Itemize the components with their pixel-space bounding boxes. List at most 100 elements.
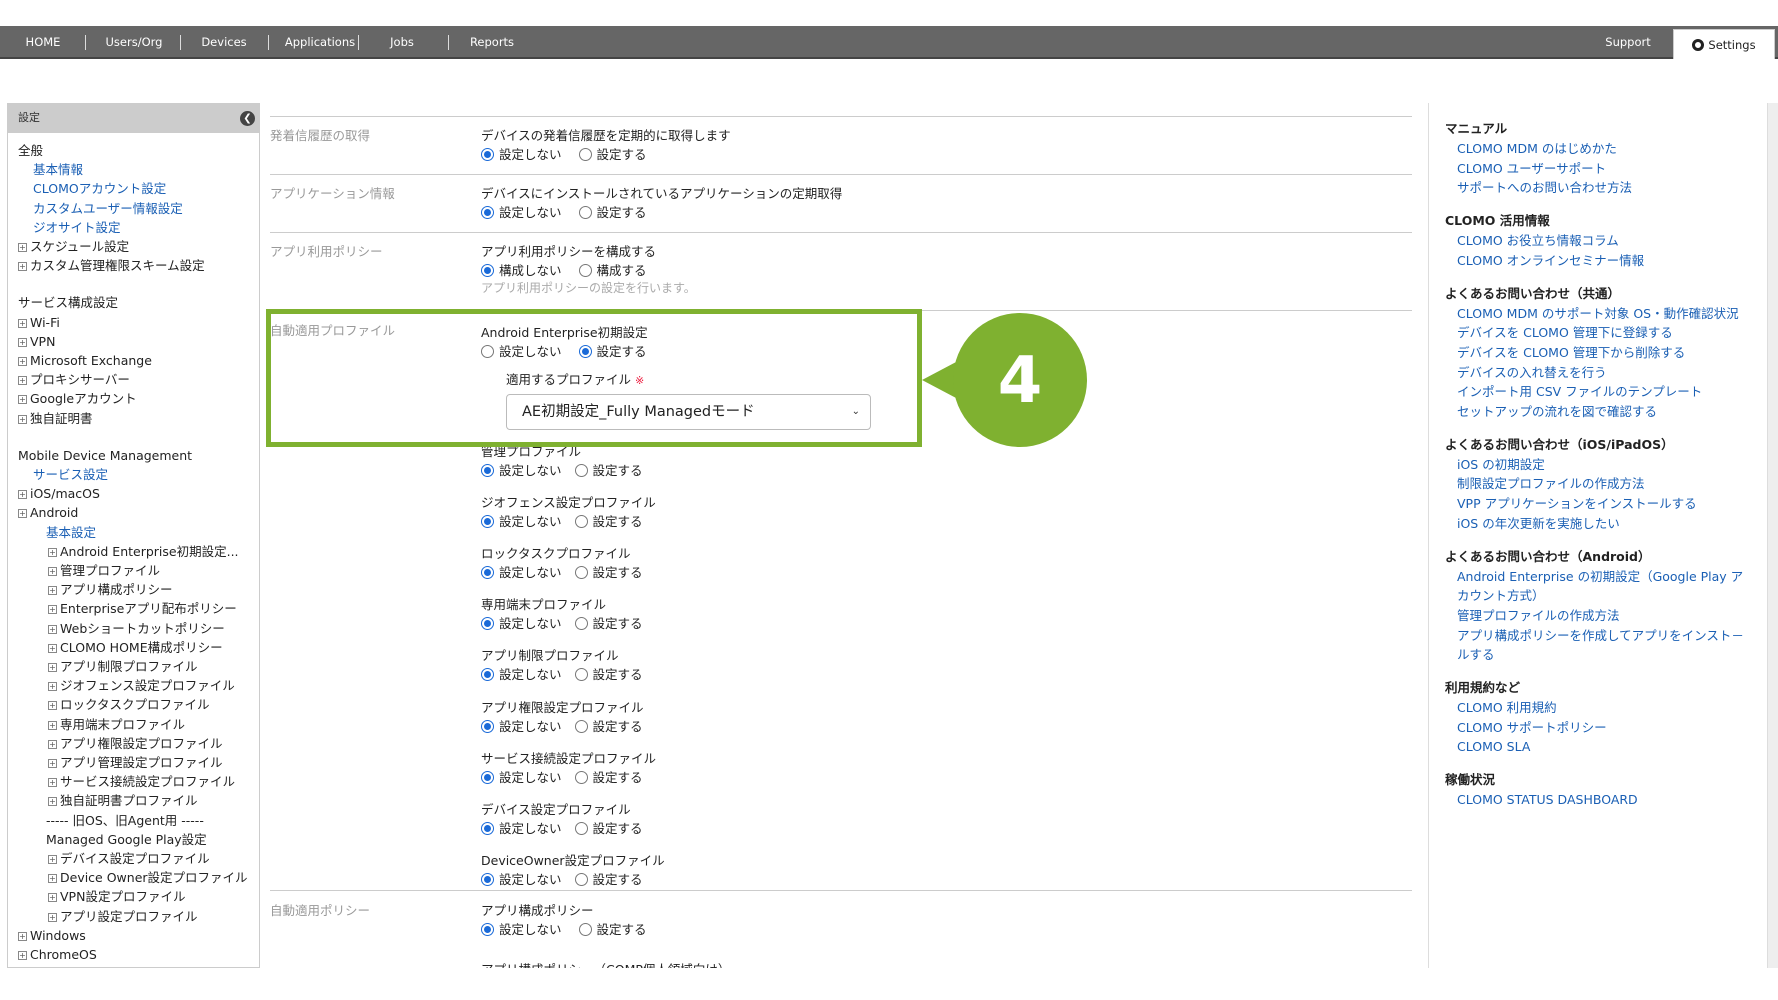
radio-option-off[interactable] [481, 668, 494, 682]
radio-option-on[interactable] [574, 515, 588, 529]
help-link[interactable]: CLOMO 利用規約 [1457, 699, 1557, 716]
expand-icon[interactable]: + [18, 243, 27, 252]
radio-option-on[interactable] [578, 264, 592, 277]
radio-option-on[interactable] [578, 148, 592, 161]
radio-option-off[interactable] [481, 719, 494, 733]
expand-icon[interactable]: + [48, 605, 57, 615]
sidebar-item[interactable]: + 専用端末プロファイル [48, 717, 185, 733]
expand-icon[interactable]: + [48, 701, 57, 711]
sidebar-item[interactable]: + Microsoft Exchange [18, 353, 152, 369]
expand-icon[interactable]: + [18, 509, 27, 519]
radio-option-on[interactable] [574, 668, 588, 682]
help-link[interactable]: インポート用 CSV ファイルのテンプレート [1457, 383, 1702, 400]
help-link[interactable]: デバイスを CLOMO 管理下に登録する [1457, 324, 1673, 341]
help-link[interactable]: アプリ構成ポリシーを作成してアプリをインスト－ [1457, 627, 1744, 644]
sidebar-item[interactable]: + 独自証明書プロファイル [48, 793, 198, 809]
sidebar-item[interactable]: + カスタム管理権限スキーム設定 [18, 258, 205, 274]
help-link[interactable]: CLOMO ユーザーサポート [1457, 160, 1606, 177]
help-link[interactable]: CLOMO SLA [1457, 738, 1530, 755]
sidebar-item[interactable]: + Android [18, 505, 78, 521]
radio-option-off[interactable] [481, 872, 494, 886]
expand-icon[interactable]: + [48, 682, 57, 692]
sidebar-item[interactable]: + iOS/macOS [18, 486, 100, 502]
collapse-sidebar-icon[interactable]: ❮ [240, 111, 255, 126]
expand-icon[interactable]: + [18, 490, 27, 500]
sidebar-item[interactable]: + アプリ権限設定プロファイル [48, 736, 223, 752]
sidebar-item[interactable]: + 管理プロファイル [48, 563, 160, 579]
radio-option-on[interactable] [574, 821, 588, 835]
sidebar-item[interactable]: + アプリ構成ポリシー [48, 582, 173, 598]
expand-icon[interactable]: + [48, 663, 57, 672]
sidebar-item[interactable]: サービス設定 [33, 467, 108, 483]
help-link[interactable]: iOS の初期設定 [1457, 456, 1545, 473]
radio-option-on[interactable] [574, 872, 588, 886]
sidebar-item[interactable]: ----- 旧OS、旧Agent用 ----- [46, 813, 204, 829]
radio-option-off[interactable] [481, 770, 494, 784]
sidebar-item[interactable]: CLOMOアカウント設定 [33, 181, 166, 197]
expand-icon[interactable]: + [48, 547, 57, 557]
nav-applications[interactable]: Applications [274, 26, 366, 59]
radio-option-off[interactable] [481, 617, 494, 631]
expand-icon[interactable]: + [48, 624, 57, 634]
expand-icon[interactable]: + [48, 912, 57, 922]
help-link[interactable]: 管理プロファイルの作成方法 [1457, 607, 1620, 624]
radio-option-on[interactable] [578, 206, 592, 219]
radio-option-off[interactable] [481, 464, 494, 477]
sidebar-item[interactable]: + ロックタスクプロファイル [48, 697, 210, 713]
expand-icon[interactable]: + [18, 931, 27, 941]
help-link[interactable]: 制限設定プロファイルの作成方法 [1457, 475, 1645, 492]
expand-icon[interactable]: + [48, 739, 57, 749]
expand-icon[interactable]: + [18, 376, 27, 386]
nav-home[interactable]: HOME [8, 26, 78, 59]
expand-icon[interactable]: + [18, 951, 27, 960]
radio-option-on[interactable] [574, 770, 588, 784]
help-link[interactable]: CLOMO STATUS DASHBOARD [1457, 791, 1638, 808]
sidebar-item[interactable]: + Device Owner設定プロファイル [48, 870, 248, 886]
help-link[interactable]: iOS の年次更新を実施したい [1457, 515, 1620, 532]
sidebar-item[interactable]: + Windows [18, 928, 86, 944]
expand-icon[interactable]: + [18, 357, 27, 366]
sidebar-item[interactable]: + ジオフェンス設定プロファイル [48, 678, 235, 694]
expand-icon[interactable]: + [48, 893, 57, 903]
expand-icon[interactable]: + [48, 797, 57, 807]
expand-icon[interactable]: + [48, 874, 57, 884]
help-link[interactable]: セットアップの流れを図で確認する [1457, 403, 1657, 420]
sidebar-item[interactable]: + CLOMO HOME構成ポリシー [48, 640, 223, 656]
help-link[interactable]: CLOMO MDM のサポート対象 OS・動作確認状況 [1457, 305, 1739, 322]
expand-icon[interactable]: + [48, 759, 57, 768]
help-link[interactable]: Android Enterprise の初期設定（Google Play ア [1457, 568, 1743, 585]
sidebar-item[interactable]: + VPN [18, 334, 55, 350]
expand-icon[interactable]: + [48, 643, 57, 653]
sidebar-item[interactable]: + VPN設定プロファイル [48, 889, 185, 905]
radio-option-on[interactable] [574, 566, 588, 580]
sidebar-item[interactable]: カスタムユーザー情報設定 [33, 201, 183, 217]
radio-option-on[interactable] [578, 923, 592, 936]
sidebar-item[interactable]: + アプリ制限プロファイル [48, 659, 198, 675]
expand-icon[interactable]: + [18, 262, 27, 272]
expand-icon[interactable]: + [18, 414, 27, 424]
sidebar-item[interactable]: + プロキシサーバー [18, 372, 130, 388]
sidebar-item[interactable]: + スケジュール設定 [18, 239, 129, 255]
nav-jobs[interactable]: Jobs [364, 26, 440, 59]
radio-option-off[interactable] [481, 821, 494, 835]
expand-icon[interactable]: + [48, 855, 57, 864]
nav-devices[interactable]: Devices [188, 26, 260, 59]
radio-option-off[interactable] [481, 264, 494, 277]
help-link[interactable]: VPP アプリケーションをインストールする [1457, 495, 1697, 512]
radio-option-off[interactable] [481, 206, 494, 219]
sidebar-item[interactable]: Managed Google Play設定 [46, 832, 207, 848]
radio-option-on[interactable] [574, 464, 588, 477]
sidebar-item[interactable]: + ChromeOS [18, 947, 97, 963]
help-link[interactable]: CLOMO MDM のはじめかた [1457, 140, 1617, 157]
sidebar-item[interactable]: + Android Enterprise初期設定... [48, 544, 239, 560]
sidebar-item[interactable]: + アプリ設定プロファイル [48, 909, 198, 925]
help-panel-scrollbar[interactable] [1767, 103, 1778, 968]
radio-option-on[interactable] [574, 719, 588, 733]
nav-reports[interactable]: Reports [454, 26, 530, 59]
sidebar-item[interactable]: + Webショートカットポリシー [48, 621, 225, 637]
help-link[interactable]: デバイスの入れ替えを行う [1457, 364, 1607, 381]
sidebar-item[interactable]: + 独自証明書 [18, 411, 93, 427]
sidebar-item[interactable]: + Wi-Fi [18, 315, 60, 331]
expand-icon[interactable]: + [48, 720, 57, 730]
expand-icon[interactable]: + [18, 318, 27, 328]
